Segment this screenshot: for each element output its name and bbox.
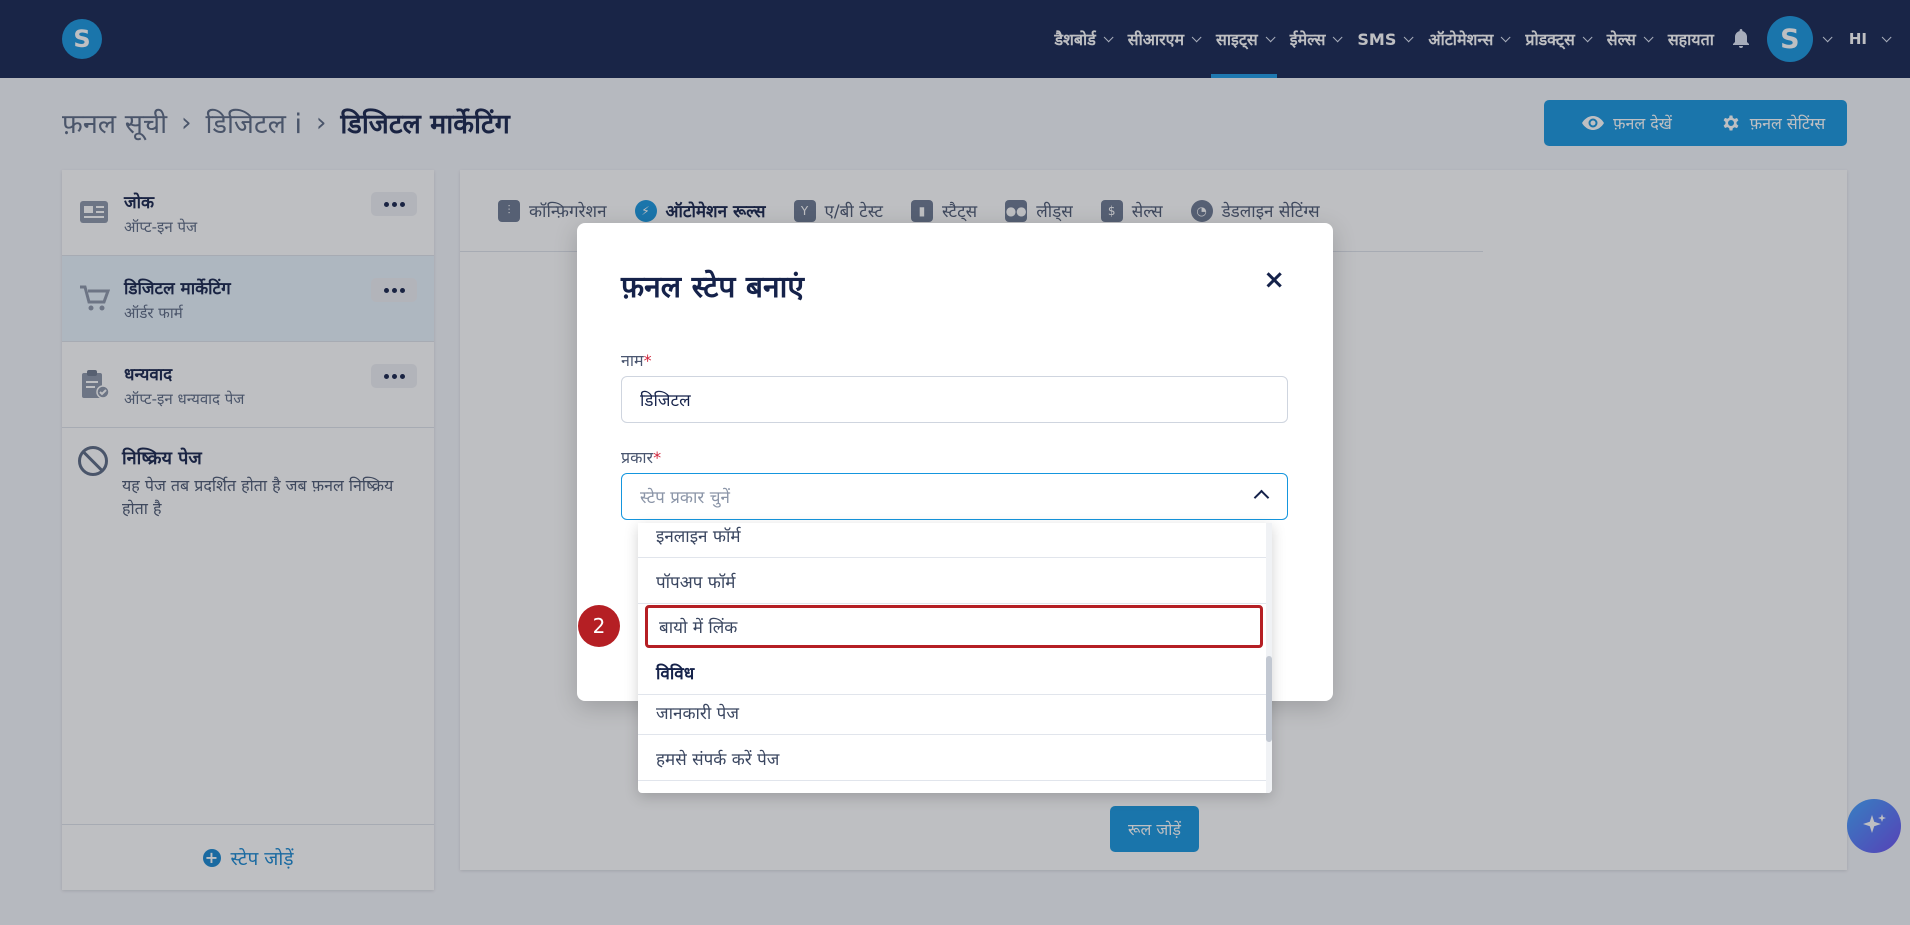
select-placeholder: स्टेप प्रकार चुनें bbox=[640, 488, 730, 508]
type-label-text: प्रकार bbox=[621, 448, 654, 467]
name-label: नाम* bbox=[621, 349, 652, 371]
dropdown-scroll-thumb[interactable] bbox=[1266, 656, 1272, 742]
step-type-dropdown: इनलाइन फॉर्म पॉपअप फॉर्म बायो में लिंक व… bbox=[638, 523, 1272, 793]
option-inline-form[interactable]: इनलाइन फॉर्म bbox=[638, 523, 1266, 558]
close-icon[interactable]: × bbox=[1263, 265, 1285, 295]
option-contact-page[interactable]: हमसे संपर्क करें पेज bbox=[638, 736, 1266, 781]
option-info-page[interactable]: जानकारी पेज bbox=[638, 690, 1266, 735]
required-mark: * bbox=[643, 351, 652, 370]
type-label: प्रकार* bbox=[621, 446, 661, 468]
step-number-badge: 2 bbox=[578, 605, 620, 647]
name-input[interactable]: डिजिटल bbox=[621, 376, 1288, 423]
modal-title: फ़नल स्टेप बनाएं bbox=[621, 270, 804, 305]
option-link-in-bio[interactable]: बायो में लिंक bbox=[645, 605, 1263, 648]
option-group-misc: विविध bbox=[638, 650, 1266, 695]
name-label-text: नाम bbox=[621, 351, 644, 370]
name-input-value: डिजिटल bbox=[640, 391, 691, 411]
required-mark: * bbox=[653, 448, 662, 467]
chevron-up-icon bbox=[1253, 489, 1270, 506]
step-type-select[interactable]: स्टेप प्रकार चुनें bbox=[621, 473, 1288, 520]
option-popup-form[interactable]: पॉपअप फॉर्म bbox=[638, 559, 1266, 604]
